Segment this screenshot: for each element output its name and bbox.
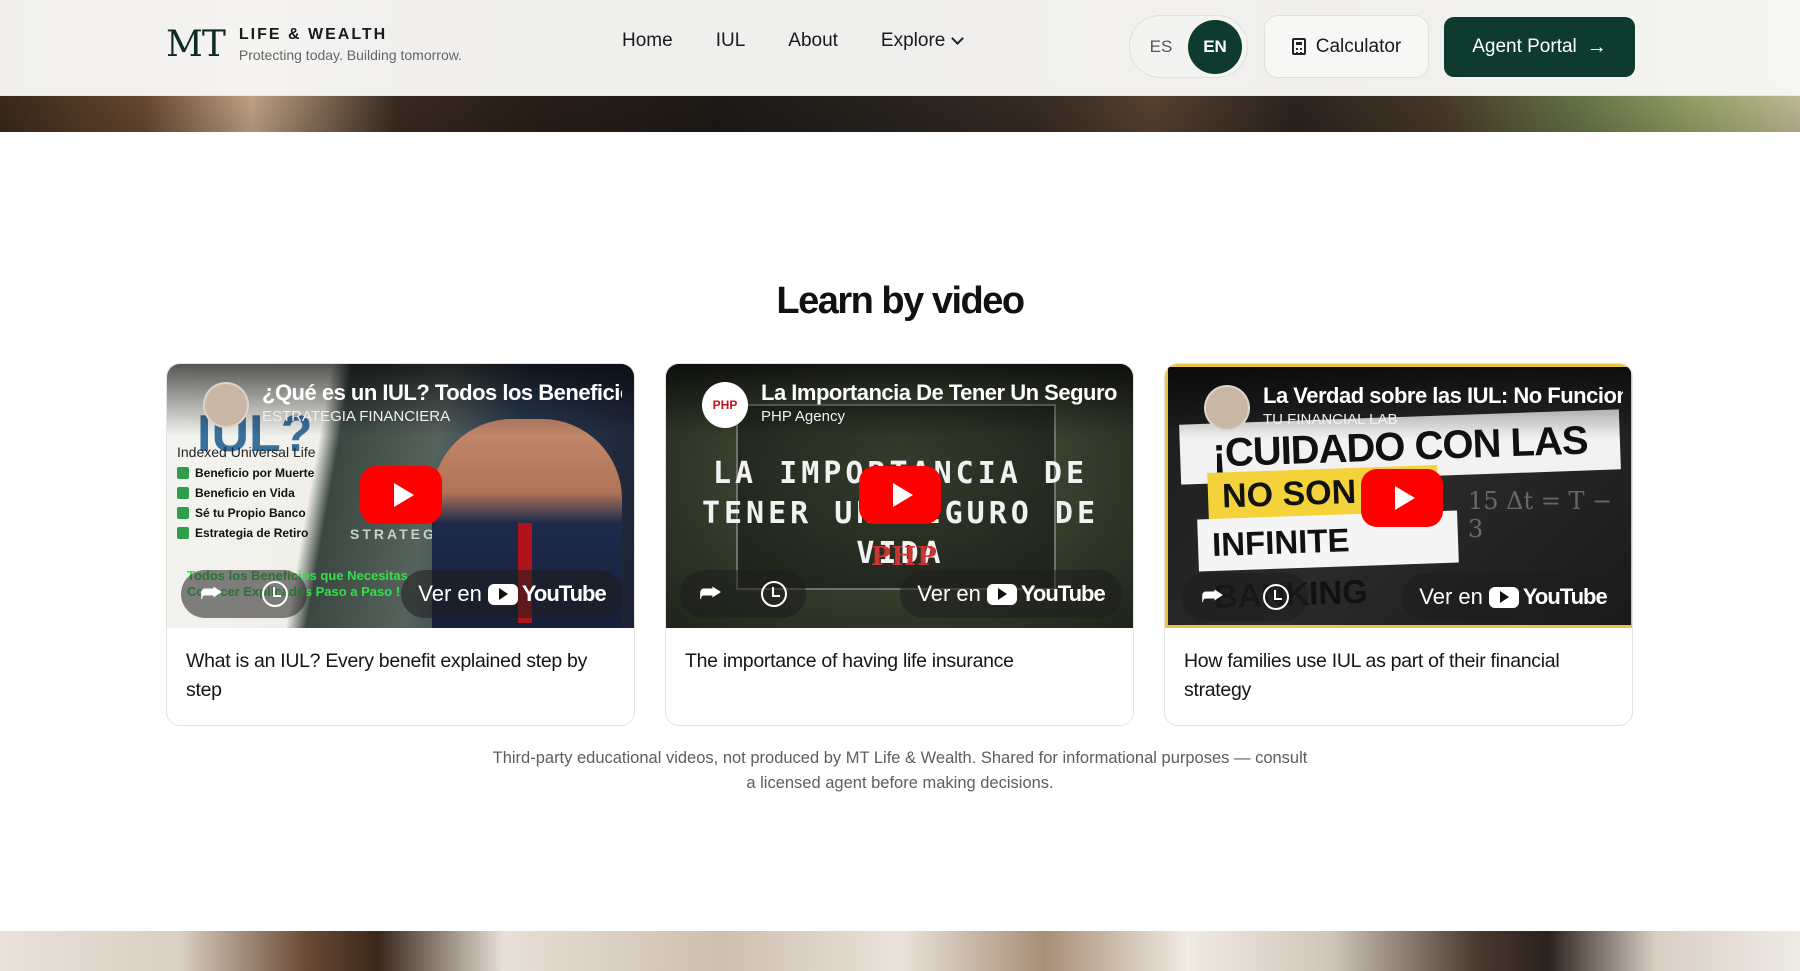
- youtube-wordmark: YouTube: [1522, 584, 1608, 609]
- nav-home[interactable]: Home: [622, 30, 673, 52]
- calculator-label: Calculator: [1315, 35, 1402, 57]
- channel-avatar[interactable]: PHP: [702, 382, 748, 428]
- share-icon[interactable]: ⮫: [200, 580, 222, 608]
- nav-explore-dropdown[interactable]: Explore: [880, 30, 965, 52]
- video-card: IUL? Indexed Universal Life Beneficio po…: [166, 363, 635, 726]
- watch-on-youtube-button[interactable]: Ver en YouTube: [1402, 573, 1624, 621]
- nav-explore-label: Explore: [880, 30, 946, 51]
- ver-en-label: Ver en: [418, 581, 482, 606]
- youtube-wordmark: YouTube: [521, 581, 607, 606]
- watch-on-youtube-button[interactable]: Ver en YouTube: [401, 570, 623, 618]
- video-embed-2[interactable]: LA IMPORTANCIA DE TENER UN SEGURO DE VID…: [666, 364, 1133, 628]
- calculator-icon: [1291, 38, 1306, 55]
- watch-later-icon[interactable]: [760, 581, 787, 607]
- mt-logo-mark: MT: [166, 24, 226, 65]
- video-card-list: IUL? Indexed Universal Life Beneficio po…: [166, 363, 1635, 726]
- section-title: Learn by video: [776, 280, 1025, 322]
- check-icon: [177, 507, 189, 519]
- lang-en-option[interactable]: EN: [1188, 19, 1242, 74]
- top-navigation-bar: MT LIFE & WEALTH Protecting today. Build…: [0, 0, 1800, 96]
- share-icon[interactable]: ⮫: [699, 580, 721, 608]
- video-caption: The importance of having life insurance: [685, 650, 1014, 672]
- video-card: LA IMPORTANCIA DE TENER UN SEGURO DE VID…: [665, 363, 1134, 726]
- checklist-text: Estrategia de Retiro: [195, 526, 309, 540]
- youtube-play-icon: [1488, 586, 1519, 608]
- share-icon[interactable]: ⮫: [1201, 583, 1223, 611]
- watch-later-icon[interactable]: [261, 581, 288, 607]
- channel-avatar[interactable]: [203, 382, 249, 428]
- watch-on-youtube-button[interactable]: Ver en YouTube: [900, 570, 1122, 618]
- brand-logo-link[interactable]: MT LIFE & WEALTH Protecting today. Build…: [166, 24, 462, 65]
- youtube-video-title[interactable]: La Importancia De Tener Un Seguro: [761, 380, 1121, 406]
- disclaimer-line: a licensed agent before making decisions…: [746, 774, 1054, 792]
- video-card: ¡CUIDADO CON LAS IUL! NO SON PARA INFINI…: [1164, 363, 1633, 726]
- channel-avatar[interactable]: [1204, 385, 1250, 431]
- video-caption: How families use IUL as part of their fi…: [1184, 650, 1560, 701]
- next-section-photo: [0, 931, 1800, 971]
- play-button[interactable]: [360, 466, 442, 524]
- youtube-channel-name[interactable]: ESTRATEGIA FINANCIERA: [262, 408, 450, 425]
- nav-iul[interactable]: IUL: [716, 30, 746, 52]
- check-icon: [177, 527, 189, 539]
- brand-name: LIFE & WEALTH: [238, 26, 388, 43]
- thumb-chalk-formula: 15 Δt = T − 3: [1468, 487, 1613, 543]
- ver-en-label: Ver en: [917, 581, 981, 606]
- youtube-logo: YouTube: [1488, 584, 1608, 610]
- checklist-text: Sé tu Propio Banco: [195, 506, 306, 520]
- agent-portal-button[interactable]: Agent Portal →: [1444, 17, 1635, 77]
- youtube-channel-name[interactable]: TU FINANCIAL LAB: [1263, 411, 1397, 428]
- chevron-down-icon: [951, 32, 965, 45]
- checklist-text: Beneficio en Vida: [195, 486, 295, 500]
- youtube-channel-name[interactable]: PHP Agency: [761, 408, 845, 425]
- nav-about[interactable]: About: [788, 30, 838, 52]
- watch-later-icon[interactable]: [1262, 584, 1289, 610]
- video-actions: ⮫: [1182, 573, 1308, 621]
- play-button[interactable]: [859, 466, 941, 524]
- play-button[interactable]: [1361, 469, 1443, 527]
- thumb-checklist: Indexed Universal Life Beneficio por Mue…: [177, 444, 357, 546]
- check-icon: [177, 467, 189, 479]
- youtube-play-icon: [986, 583, 1017, 605]
- language-toggle: ES EN: [1129, 15, 1248, 78]
- arrow-right-icon: →: [1586, 35, 1607, 58]
- video-disclaimer: Third-party educational videos, not prod…: [0, 746, 1800, 796]
- main-nav: Home IUL About Explore: [622, 30, 965, 52]
- youtube-wordmark: YouTube: [1020, 581, 1106, 606]
- video-embed-3[interactable]: ¡CUIDADO CON LAS IUL! NO SON PARA INFINI…: [1165, 364, 1632, 628]
- video-actions: ⮫: [181, 570, 307, 618]
- calculator-button[interactable]: Calculator: [1264, 15, 1429, 78]
- brand-text: LIFE & WEALTH Protecting today. Building…: [239, 26, 462, 63]
- youtube-play-icon: [487, 583, 518, 605]
- checklist-text: Beneficio por Muerte: [195, 466, 315, 480]
- thumb-subtitle: Indexed Universal Life: [177, 444, 316, 460]
- checklist-item: Beneficio por Muerte: [177, 466, 357, 480]
- lang-es-option[interactable]: ES: [1134, 37, 1188, 57]
- brand-tagline: Protecting today. Building tomorrow.: [238, 47, 462, 63]
- php-logo-text: PHP: [871, 542, 938, 572]
- checklist-item: Beneficio en Vida: [177, 486, 357, 500]
- youtube-logo: YouTube: [487, 581, 607, 607]
- agent-portal-label: Agent Portal: [1472, 36, 1577, 57]
- checklist-item: Sé tu Propio Banco: [177, 506, 357, 520]
- check-icon: [177, 487, 189, 499]
- youtube-logo: YouTube: [986, 581, 1106, 607]
- youtube-video-title[interactable]: La Verdad sobre las IUL: No Funcion: [1263, 383, 1623, 409]
- ver-en-label: Ver en: [1419, 584, 1483, 609]
- youtube-video-title[interactable]: ¿Qué es un IUL? Todos los Beneficio: [262, 380, 622, 406]
- video-embed-1[interactable]: IUL? Indexed Universal Life Beneficio po…: [167, 364, 634, 628]
- video-caption: What is an IUL? Every benefit explained …: [186, 650, 588, 701]
- video-actions: ⮫: [680, 570, 806, 618]
- disclaimer-line: Third-party educational videos, not prod…: [492, 749, 1308, 767]
- checklist-item: Estrategia de Retiro: [177, 526, 357, 540]
